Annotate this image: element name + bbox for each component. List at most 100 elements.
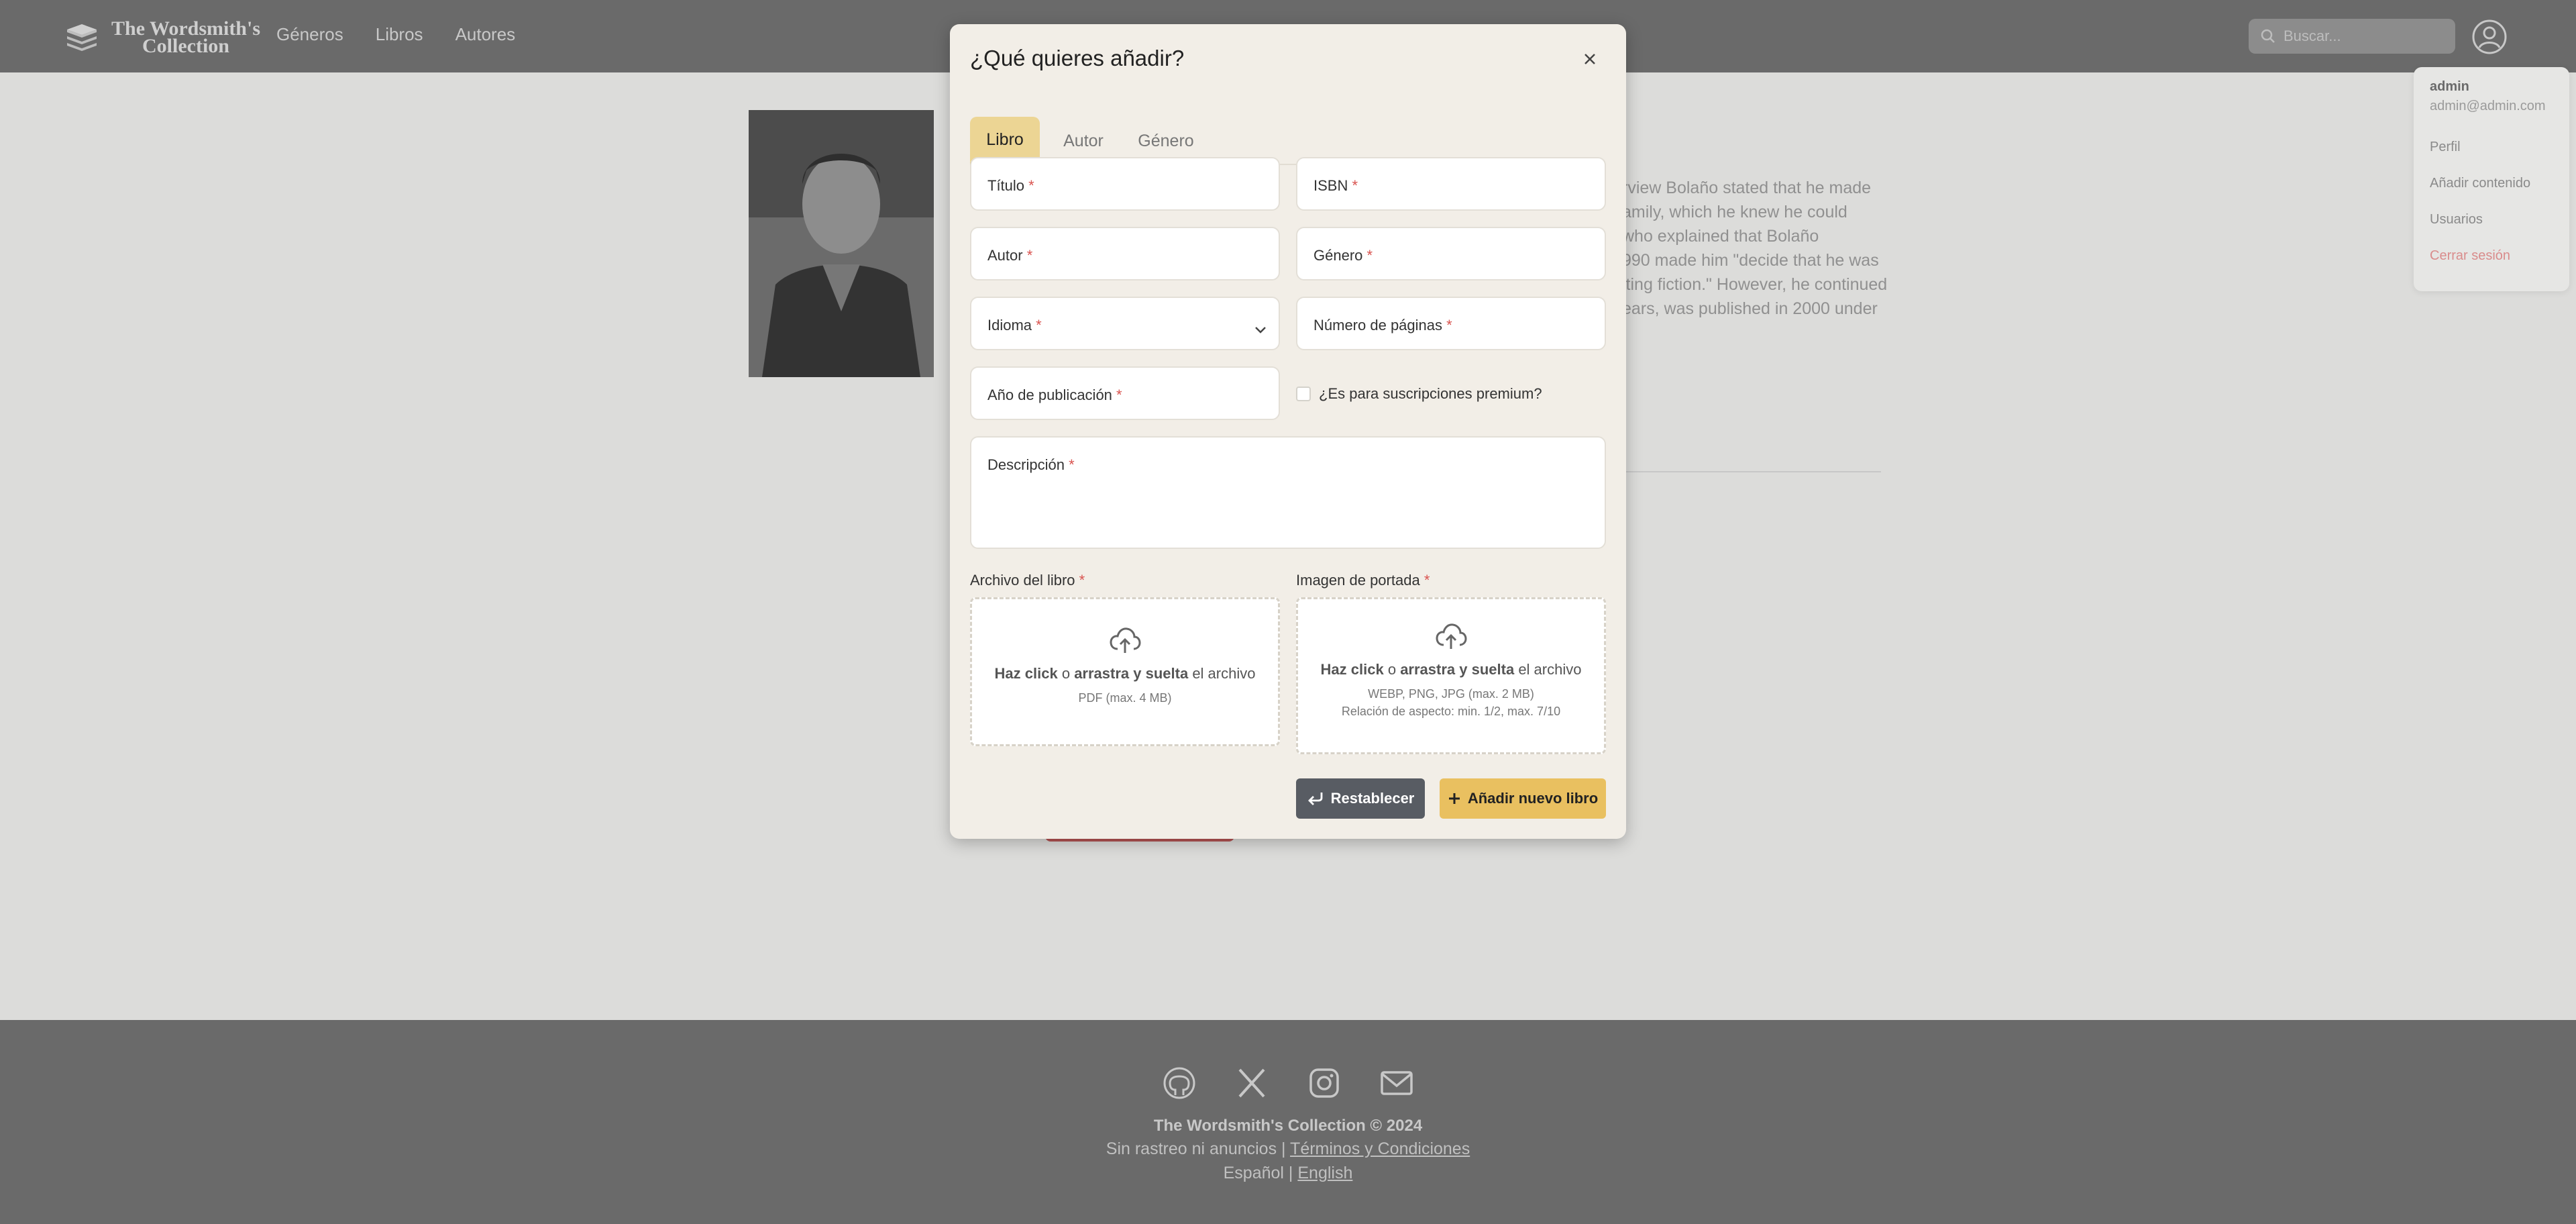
footer-social-icons <box>1162 1066 1414 1101</box>
lang-es-link[interactable]: Español <box>1224 1164 1284 1182</box>
cloud-upload-icon <box>1110 627 1141 653</box>
bio-line: 990 made him "decide that he was <box>1622 251 1879 270</box>
footer-tagline: Sin rastreo ni anuncios <box>1106 1139 1277 1158</box>
add-book-button-label: Añadir nuevo libro <box>1467 790 1599 807</box>
footer-copyright: The Wordsmith's Collection © 2024 <box>1153 1117 1423 1135</box>
nav-link-libros[interactable]: Libros <box>376 24 423 45</box>
genre-label-text: Género <box>1313 247 1363 264</box>
github-icon[interactable] <box>1162 1066 1197 1101</box>
bio-line: who explained that Bolaño <box>1622 227 1819 246</box>
nav-links: Géneros Libros Autores <box>276 24 515 45</box>
required-mark: * <box>1069 456 1075 473</box>
add-book-button[interactable]: Añadir nuevo libro <box>1440 778 1606 819</box>
description-label-text: Descripción <box>987 456 1065 473</box>
pages-label-text: Número de páginas <box>1313 317 1443 334</box>
drag-text: arrastra y suelta <box>1400 661 1515 678</box>
footer-separator: | <box>1281 1139 1286 1158</box>
modal-tabs: Libro Autor Género <box>970 91 1606 165</box>
nav-link-autores[interactable]: Autores <box>455 24 516 45</box>
logo-line-2: Collection <box>142 35 229 57</box>
search-placeholder: Buscar... <box>2284 28 2341 44</box>
user-avatar-icon[interactable] <box>2471 19 2508 55</box>
cover-image-hint: WEBP, PNG, JPG (max. 2 MB) Relación de a… <box>1298 685 1604 720</box>
cover-image-dropzone[interactable]: Haz click o arrastra y suelta el archivo… <box>1296 597 1606 754</box>
terms-link[interactable]: Términos y Condiciones <box>1290 1139 1470 1158</box>
bio-line: amily, which he knew he could <box>1622 203 1847 221</box>
cloud-upload-icon <box>1436 623 1467 649</box>
click-text: Haz click <box>994 665 1058 682</box>
book-file-instructions: Haz click o arrastra y suelta el archivo <box>972 665 1278 682</box>
bio-line: ears, was published in 2000 under <box>1622 299 1878 318</box>
site-logo[interactable]: The Wordsmith's Collection <box>64 19 260 57</box>
menu-item-users[interactable]: Usuarios <box>2430 213 2553 226</box>
required-mark: * <box>1116 387 1122 403</box>
author-portrait-image <box>749 110 934 377</box>
footer-separator: | <box>1288 1164 1293 1182</box>
search-input[interactable]: Buscar... <box>2249 19 2455 54</box>
description-label: Descripción * <box>987 456 1075 474</box>
user-name: admin <box>2430 79 2469 94</box>
cover-image-label: Imagen de portada * <box>1296 572 1430 589</box>
required-mark: * <box>1026 247 1033 264</box>
required-mark: * <box>1366 247 1373 264</box>
description-field[interactable]: Descripción * <box>970 436 1606 549</box>
bio-line: rview Bolaño stated that he made <box>1622 178 1872 197</box>
year-label-text: Año de publicación <box>987 387 1112 403</box>
book-file-label-text: Archivo del libro <box>970 572 1075 589</box>
return-arrow-icon <box>1307 793 1323 805</box>
isbn-field[interactable]: ISBN * <box>1296 157 1606 211</box>
book-file-hint: PDF (max. 4 MB) <box>1078 691 1172 705</box>
drag-text: arrastra y suelta <box>1074 665 1189 682</box>
mail-icon[interactable] <box>1379 1066 1414 1101</box>
required-mark: * <box>1424 572 1430 589</box>
language-label-text: Idioma <box>987 317 1032 334</box>
author-bio: rview Bolaño stated that he made amily, … <box>1622 176 1890 321</box>
premium-checkbox-row: ¿Es para suscripciones premium? <box>1296 385 1542 403</box>
x-twitter-icon[interactable] <box>1234 1066 1269 1101</box>
bio-line: iting fiction." However, he continued <box>1622 275 1888 294</box>
divider <box>1623 471 1881 472</box>
search-icon <box>2261 29 2275 43</box>
file-text: el archivo <box>1192 665 1256 682</box>
user-email: admin@admin.com <box>2430 99 2546 113</box>
menu-item-logout[interactable]: Cerrar sesión <box>2430 249 2553 262</box>
required-mark: * <box>1079 572 1085 589</box>
isbn-label: ISBN * <box>1313 177 1358 195</box>
year-field[interactable]: Año de publicación * <box>970 366 1280 420</box>
title-field[interactable]: Título * <box>970 157 1280 211</box>
close-button[interactable] <box>1575 44 1605 74</box>
required-mark: * <box>1036 317 1042 334</box>
cover-image-instructions: Haz click o arrastra y suelta el archivo <box>1298 661 1604 678</box>
required-mark: * <box>1028 177 1034 194</box>
pages-field[interactable]: Número de páginas * <box>1296 297 1606 350</box>
required-mark: * <box>1352 177 1358 194</box>
modal-title: ¿Qué quieres añadir? <box>970 46 1185 70</box>
plus-icon <box>1448 793 1460 804</box>
cover-image-label-text: Imagen de portada <box>1296 572 1420 589</box>
menu-item-add-content[interactable]: Añadir contenido <box>2430 176 2553 190</box>
user-dropdown-menu: admin admin@admin.com Perfil Añadir cont… <box>2414 67 2569 291</box>
required-mark: * <box>1446 317 1452 334</box>
nav-link-generos[interactable]: Géneros <box>276 24 343 45</box>
language-select[interactable]: Idioma * <box>970 297 1280 350</box>
premium-label: ¿Es para suscripciones premium? <box>1319 385 1542 402</box>
book-file-dropzone[interactable]: Haz click o arrastra y suelta el archivo… <box>970 597 1280 746</box>
book-stack-icon <box>67 24 97 51</box>
isbn-label-text: ISBN <box>1313 177 1348 194</box>
title-label-text: Título <box>987 177 1025 194</box>
author-label-text: Autor <box>987 247 1023 264</box>
logo-text: The Wordsmith's Collection <box>111 19 260 57</box>
instagram-icon[interactable] <box>1307 1066 1342 1101</box>
reset-button[interactable]: Restablecer <box>1296 778 1425 819</box>
cover-image-format-hint: WEBP, PNG, JPG (max. 2 MB) <box>1368 687 1534 701</box>
book-file-label: Archivo del libro * <box>970 572 1085 589</box>
author-field[interactable]: Autor * <box>970 227 1280 280</box>
footer-tagline-row: Sin rastreo ni anuncios | Términos y Con… <box>0 1139 2576 1159</box>
menu-item-profile[interactable]: Perfil <box>2430 140 2553 154</box>
premium-checkbox[interactable] <box>1296 387 1311 401</box>
click-text: Haz click <box>1320 661 1384 678</box>
cover-image-ratio-hint: Relación de aspecto: min. 1/2, max. 7/10 <box>1341 705 1561 718</box>
close-icon <box>1585 54 1595 64</box>
genre-field[interactable]: Género * <box>1296 227 1606 280</box>
lang-en-link[interactable]: English <box>1297 1164 1352 1182</box>
